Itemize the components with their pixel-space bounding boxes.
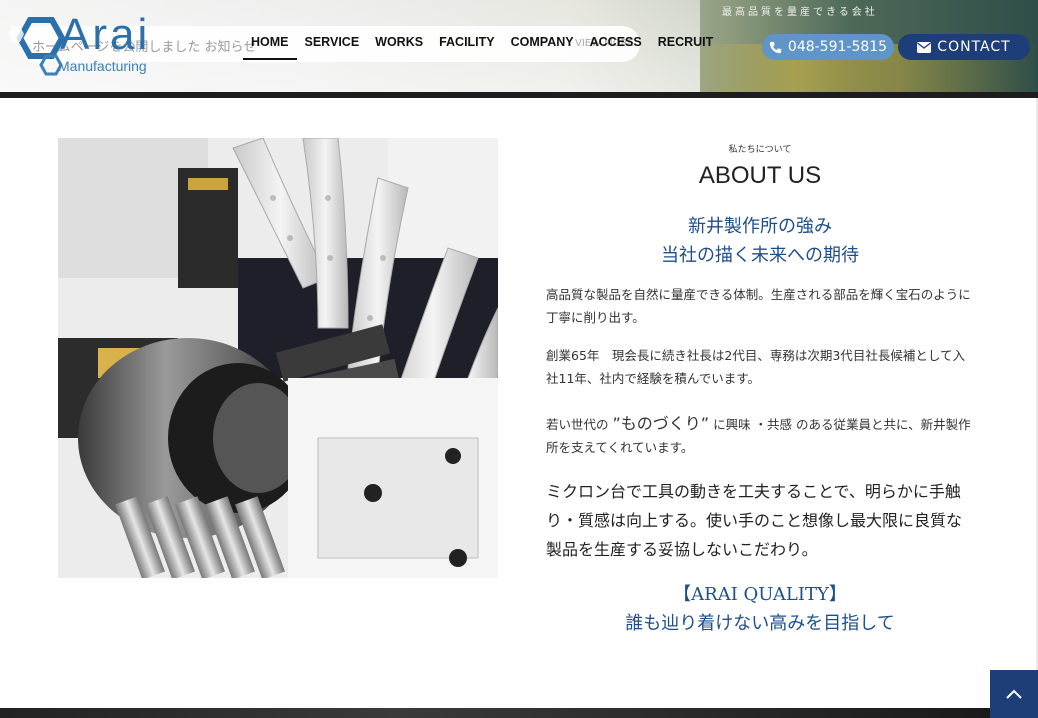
p3-quote: ”ものづくり”: [612, 414, 710, 433]
about-kicker: 私たちについて: [728, 145, 792, 155]
p3-after: に興味 ・共感 のある従業員と共に、新井製作所を支えてくれています。: [546, 417, 971, 455]
chevron-up-icon: [1006, 689, 1022, 699]
nav-home[interactable]: HOME: [243, 26, 297, 60]
machining-photo: [58, 138, 498, 578]
footer-strip: [0, 708, 990, 718]
page-top-button[interactable]: [990, 670, 1038, 718]
nav-works[interactable]: WORKS: [367, 26, 431, 60]
quality-title: 【ARAI QUALITY】: [673, 584, 847, 605]
nav-facility[interactable]: FACILITY: [431, 26, 503, 60]
nav-company[interactable]: COMPANY: [503, 26, 582, 60]
nav-recruit[interactable]: RECRUIT: [650, 26, 722, 60]
phone-button[interactable]: 048-591-5815: [762, 34, 894, 60]
nav-service[interactable]: SERVICE: [297, 26, 368, 60]
hero-tagline: 最高品質を量産できる会社: [722, 7, 878, 18]
logo-wordmark: Arai: [60, 10, 151, 59]
about-paragraph-3: 若い世代の ”ものづくり” に興味 ・共感 のある従業員と共に、新井製作所を支え…: [546, 412, 976, 459]
about-paragraph-4: ミクロン台で工具の動きを工夫することで、明らかに手触り・質感は向上する。使い手の…: [546, 482, 963, 559]
about-paragraph-1: 高品質な製品を自然に量産できる体制。生産される部品を輝く宝石のように丁寧に削り出…: [546, 287, 971, 325]
phone-number: 048-591-5815: [787, 39, 888, 55]
envelope-icon: [917, 41, 932, 53]
p3-before: 若い世代の: [546, 417, 609, 432]
main-nav: HOME SERVICE WORKS FACILITY COMPANY ACCE…: [243, 26, 721, 60]
site-logo[interactable]: Arai Manufacturing: [8, 10, 178, 78]
quality-subtitle: 誰も辿り着けない高みを目指して: [625, 613, 895, 634]
phone-icon: [769, 41, 782, 53]
nav-access[interactable]: ACCESS: [582, 26, 650, 60]
contact-button[interactable]: CONTACT: [898, 34, 1030, 60]
about-paragraph-2: 創業65年 現会長に続き社長は2代目、専務は次期3代目社長候補として入社11年、…: [546, 348, 965, 386]
cnc-lathe-image: [58, 138, 498, 578]
contact-label: CONTACT: [937, 39, 1011, 55]
about-lead-line-1: 新井製作所の強み: [688, 216, 832, 237]
about-heading: ABOUT US: [698, 162, 822, 189]
logo-subtitle: Manufacturing: [58, 58, 147, 74]
hero-bottom-stripe: [0, 92, 1038, 98]
about-lead-line-2: 当社の描く未来への期待: [661, 245, 859, 266]
